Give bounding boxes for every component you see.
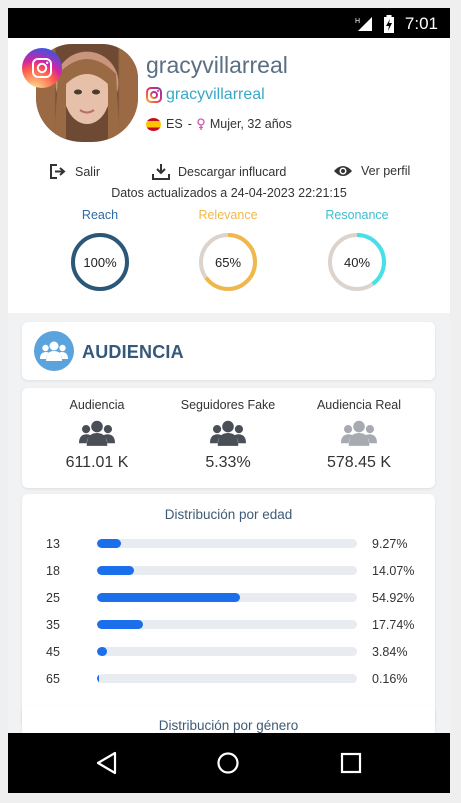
audience-icon xyxy=(34,331,74,371)
status-time: 7:01 xyxy=(404,14,438,33)
recents-icon[interactable] xyxy=(339,751,363,775)
age-bar-fill xyxy=(97,620,144,629)
profile-header: gracyvillarreal gracyvillarreal ES - Muj… xyxy=(8,38,450,313)
stat-audience: Audiencia 611.01 K xyxy=(32,398,162,472)
android-nav-bar xyxy=(8,733,450,793)
network-type: H xyxy=(355,18,360,25)
age-row: 45 3.84% xyxy=(22,642,435,662)
age-bar-fill xyxy=(97,674,99,683)
metric-ring-resonance: 40% xyxy=(327,232,387,292)
gender-age: Mujer, 32 años xyxy=(209,117,292,131)
home-icon[interactable] xyxy=(216,751,240,775)
age-bar-fill xyxy=(97,593,240,602)
download-label: Descargar influcard xyxy=(178,165,287,179)
users-icon xyxy=(32,418,162,448)
age-percent: 9.27% xyxy=(372,537,408,551)
age-label: 18 xyxy=(46,564,60,578)
stat-label: Audiencia Real xyxy=(316,398,402,412)
status-icons: H 7:01 xyxy=(355,14,438,34)
gender-distribution-card: Distribución por género xyxy=(22,706,435,733)
age-label: 35 xyxy=(46,618,60,632)
metric-label-relevance: Relevance xyxy=(198,208,258,222)
app-screen: gracyvillarreal gracyvillarreal ES - Muj… xyxy=(8,38,450,733)
age-label: 45 xyxy=(46,645,60,659)
instagram-badge-icon xyxy=(22,48,62,88)
users-icon xyxy=(163,418,293,448)
view-profile-label: Ver perfil xyxy=(361,164,411,178)
metric-value-reach: 100% xyxy=(83,254,117,270)
device-frame: H 7:01 gracyvillarreal gracyvillarreal E… xyxy=(0,0,461,803)
age-bar-track xyxy=(97,647,357,656)
status-bar: H 7:01 xyxy=(8,8,450,38)
back-icon[interactable] xyxy=(95,751,119,775)
battery-icon xyxy=(383,15,394,33)
signal-icon: H xyxy=(355,17,372,31)
age-row: 13 9.27% xyxy=(22,534,435,554)
age-label: 65 xyxy=(46,672,60,686)
age-percent: 17.74% xyxy=(372,618,415,632)
age-row: 35 17.74% xyxy=(22,615,435,635)
age-bar-track xyxy=(97,566,357,575)
age-bar-fill xyxy=(97,647,107,656)
country-code: ES xyxy=(166,117,183,131)
age-bar-track xyxy=(97,539,357,548)
stat-value: 5.33% xyxy=(205,454,251,471)
audience-stats-card: Audiencia 611.01 K Seguidores Fake 5.33%… xyxy=(22,388,435,488)
age-row: 25 54.92% xyxy=(22,588,435,608)
logout-label: Salir xyxy=(75,164,101,179)
age-bar-track xyxy=(97,620,357,629)
handle-text: gracyvillarreal xyxy=(166,86,265,103)
gender-distribution-title: Distribución por género xyxy=(158,718,299,733)
age-row: 18 14.07% xyxy=(22,561,435,581)
stat-label: Seguidores Fake xyxy=(180,398,276,412)
age-bar-track xyxy=(97,593,357,602)
age-percent: 3.84% xyxy=(372,645,408,659)
age-percent: 54.92% xyxy=(372,591,415,605)
stat-value: 611.01 K xyxy=(65,454,129,471)
updated-timestamp: Datos actualizados a 24-04-2023 22:21:15 xyxy=(111,186,347,200)
female-icon xyxy=(197,118,205,130)
stat-label: Audiencia xyxy=(69,398,125,412)
age-bar-fill xyxy=(97,566,134,575)
audience-title: AUDIENCIA xyxy=(82,342,184,362)
age-label: 25 xyxy=(46,591,60,605)
age-label: 13 xyxy=(46,537,60,551)
eye-icon xyxy=(334,166,352,176)
logout-icon xyxy=(50,164,66,179)
age-distribution-title: Distribución por edad xyxy=(164,507,293,522)
metric-value-relevance: 65% xyxy=(214,254,242,270)
download-influcard-button[interactable]: Descargar influcard xyxy=(152,164,286,180)
age-row: 65 0.16% xyxy=(22,669,435,689)
view-profile-button[interactable]: Ver perfil xyxy=(333,164,410,178)
profile-actions: Salir Descargar influcard Ver perfil xyxy=(8,164,450,184)
metric-ring-reach: 100% xyxy=(70,232,130,292)
metric-label-resonance: Resonance xyxy=(325,208,389,222)
download-icon xyxy=(152,164,170,180)
logout-button[interactable]: Salir xyxy=(50,164,100,179)
audience-section-header: AUDIENCIA xyxy=(22,322,435,380)
metric-value-resonance: 40% xyxy=(343,254,371,270)
metric-ring-relevance: 65% xyxy=(198,232,258,292)
age-percent: 0.16% xyxy=(372,672,408,686)
age-percent: 14.07% xyxy=(372,564,415,578)
spain-flag-icon xyxy=(146,117,161,131)
instagram-icon xyxy=(146,87,162,103)
metric-label-reach: Reach xyxy=(81,208,119,222)
separator: - xyxy=(187,117,192,131)
age-bar-fill xyxy=(97,539,122,548)
profile-meta: ES - Mujer, 32 años xyxy=(146,117,292,131)
age-distribution-card: Distribución por edad 13 9.27% 18 14.07% 25 5… xyxy=(22,494,435,726)
instagram-handle-link[interactable]: gracyvillarreal xyxy=(146,86,265,104)
stat-real-audience: Audiencia Real 578.45 K xyxy=(294,398,424,472)
stat-value: 578.45 K xyxy=(326,454,392,471)
stat-fake-followers: Seguidores Fake 5.33% xyxy=(163,398,293,472)
age-bar-track xyxy=(97,674,357,683)
profile-name: gracyvillarreal xyxy=(146,52,288,78)
users-icon xyxy=(294,418,424,448)
